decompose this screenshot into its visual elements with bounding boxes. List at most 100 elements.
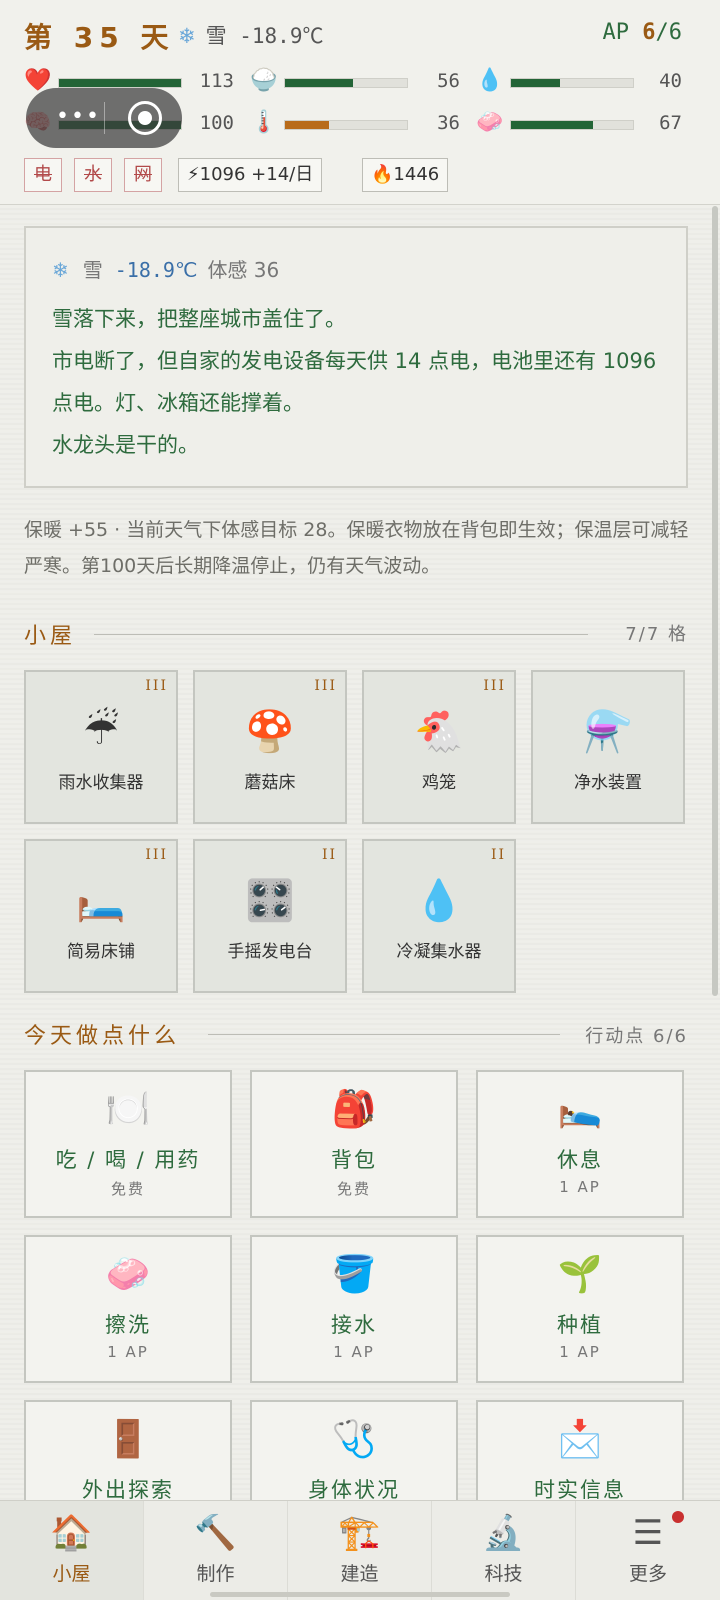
- water-drop-icon: 💧: [414, 878, 464, 924]
- bucket-icon: 🪣: [331, 1254, 377, 1295]
- water-value: 40: [659, 70, 682, 92]
- action-cost: 1 AP: [333, 1343, 375, 1361]
- umbrella-rain-icon: ☔: [83, 708, 119, 754]
- hut-item-chicken-coop[interactable]: III 🐔 鸡笼: [362, 670, 516, 824]
- power-status-chip: 电: [24, 158, 62, 192]
- action-label: 接水: [331, 1313, 377, 1337]
- weather-report: ❄ 雪 -18.9℃ 体感 36 雪落下来，把整座城市盖住了。 市电断了，但自家的发电…: [24, 226, 688, 488]
- capsule-divider: [104, 102, 105, 134]
- sanity-value: 100: [199, 112, 234, 134]
- nav-label: 小屋: [52, 1563, 91, 1585]
- action-messages[interactable]: 📩 时实信息: [476, 1400, 684, 1500]
- action-cost: 1 AP: [559, 1178, 601, 1196]
- weather-report-header: ❄ 雪 -18.9℃ 体感 36: [52, 254, 279, 283]
- hut-section-title: 小屋: [24, 624, 77, 649]
- microscope-icon: 🔬: [482, 1513, 525, 1553]
- hut-item-crank-generator[interactable]: II 🎛️ 手摇发电台: [193, 839, 347, 993]
- health-bar-fill: [59, 79, 181, 87]
- action-collect-water[interactable]: 🪣 接水 1 AP: [250, 1235, 458, 1383]
- nav-tab-build[interactable]: 🏗️ 建造: [288, 1501, 432, 1600]
- day-counter: 第 35 天: [24, 21, 175, 54]
- construction-crane-icon: 🏗️: [338, 1513, 381, 1553]
- action-cost: 免费: [110, 1180, 145, 1198]
- level-badge: III: [145, 847, 168, 863]
- house-icon: 🏠: [50, 1513, 93, 1553]
- action-label: 擦洗: [105, 1313, 151, 1337]
- temperature-bar: [284, 120, 408, 130]
- action-label: 身体状况: [308, 1478, 400, 1500]
- water-bar: [510, 78, 634, 88]
- network-status-chip: 网: [124, 158, 162, 192]
- narrative-line: 雪落下来，把整座城市盖住了。: [52, 307, 346, 331]
- stat-temperature: 🌡️ 36: [250, 110, 470, 136]
- action-wash[interactable]: 🧼 擦洗 1 AP: [24, 1235, 232, 1383]
- food-bar: [284, 78, 408, 88]
- hut-item-condensation-collector[interactable]: II 💧 冷凝集水器: [362, 839, 516, 993]
- soap-icon: 🧼: [476, 110, 504, 135]
- feel-temp: 体感 36: [207, 258, 280, 282]
- hygiene-bar-fill: [511, 121, 593, 129]
- narrative-line: 市电断了，但自家的发电设备每天供 14 点电，电池里还有 1096 点电。灯、冰…: [52, 349, 657, 415]
- narrative-line: 水龙头是干的。: [52, 433, 199, 457]
- actions-section-title: 今天做点什么: [24, 1024, 181, 1049]
- nav-label: 制作: [196, 1563, 235, 1585]
- weather-summary: ❄ 雪 -18.9℃: [178, 20, 323, 50]
- nav-tab-more[interactable]: ☰ 更多: [576, 1501, 720, 1600]
- hut-item-water-purifier[interactable]: ⚗️ 净水装置: [531, 670, 685, 824]
- scrollbar[interactable]: [712, 206, 718, 996]
- action-plant[interactable]: 🌱 种植 1 AP: [476, 1235, 684, 1383]
- action-points-remaining: 行动点 6/6: [585, 1026, 688, 1047]
- action-label: 种植: [557, 1313, 603, 1337]
- hut-item-mushroom-bed[interactable]: III 🍄 蘑菇床: [193, 670, 347, 824]
- bed-icon: 🛏️: [76, 878, 126, 924]
- water-status-chip: 水: [74, 158, 112, 192]
- action-explore[interactable]: 🚪 外出探索: [24, 1400, 232, 1500]
- nav-tab-hut[interactable]: 🏠 小屋: [0, 1501, 144, 1600]
- health-value: 113: [199, 70, 234, 92]
- action-cost: 1 AP: [559, 1343, 601, 1361]
- warmth-tip: 保暖 +55 · 当前天气下体感目标 28。保暖衣物放在背包即生效；保温层可减轻…: [24, 519, 689, 577]
- hut-item-label: 手摇发电台: [227, 942, 313, 962]
- status-header: 第 35 天 ❄ 雪 -18.9℃ AP 6/6 ❤️ 113 🍚 56 💧 40…: [0, 0, 720, 205]
- action-rest[interactable]: 🛌 休息 1 AP: [476, 1070, 684, 1218]
- nav-label: 科技: [484, 1563, 523, 1585]
- notification-dot: [672, 1511, 684, 1523]
- section-divider: [208, 1034, 560, 1035]
- hut-item-label: 鸡笼: [422, 773, 456, 793]
- soap-icon: 🧼: [105, 1254, 151, 1295]
- menu-icon: ☰: [632, 1513, 664, 1553]
- food-value: 56: [437, 70, 460, 92]
- action-label: 时实信息: [534, 1478, 626, 1500]
- stat-food: 🍚 56: [250, 68, 470, 94]
- stat-water: 💧 40: [476, 68, 696, 94]
- temperature-value: 36: [437, 112, 460, 134]
- battery-chip: ⚡1096 +14/日: [178, 158, 323, 192]
- action-eat-drink-medicine[interactable]: 🍽️ 吃 / 喝 / 用药 免费: [24, 1070, 232, 1218]
- stethoscope-icon: 🩺: [331, 1419, 377, 1460]
- action-label: 外出探索: [82, 1478, 174, 1500]
- chicken-icon: 🐔: [414, 709, 464, 755]
- more-options-icon[interactable]: •••: [56, 104, 101, 129]
- ap-current: 6: [642, 20, 656, 45]
- nav-tab-tech[interactable]: 🔬 科技: [432, 1501, 576, 1600]
- health-bar: [58, 78, 182, 88]
- hut-item-simple-bed[interactable]: III 🛏️ 简易床铺: [24, 839, 178, 993]
- food-bar-fill: [285, 79, 354, 87]
- hammer-icon: 🔨: [194, 1513, 237, 1553]
- action-backpack[interactable]: 🎒 背包 免费: [250, 1070, 458, 1218]
- close-target-icon[interactable]: [128, 101, 162, 135]
- hut-item-label: 冷凝集水器: [396, 942, 482, 962]
- nav-label: 建造: [340, 1563, 379, 1585]
- main-scroll-area[interactable]: ❄ 雪 -18.9℃ 体感 36 雪落下来，把整座城市盖住了。 市电断了，但自家的发电…: [0, 206, 720, 1500]
- weather-temp: -18.9℃: [114, 258, 198, 282]
- distiller-icon: ⚗️: [583, 709, 633, 755]
- snowflake-icon: ❄: [52, 258, 69, 282]
- nav-tab-craft[interactable]: 🔨 制作: [144, 1501, 288, 1600]
- mushroom-icon: 🍄: [245, 709, 295, 755]
- hut-item-label: 蘑菇床: [244, 773, 296, 793]
- snowflake-icon: ❄: [178, 24, 196, 48]
- thermometer-icon: 🌡️: [250, 110, 278, 135]
- hut-item-rain-collector[interactable]: III ☔ 雨水收集器: [24, 670, 178, 824]
- weather-condition: 雪: [82, 258, 103, 282]
- action-body-status[interactable]: 🩺 身体状况: [250, 1400, 458, 1500]
